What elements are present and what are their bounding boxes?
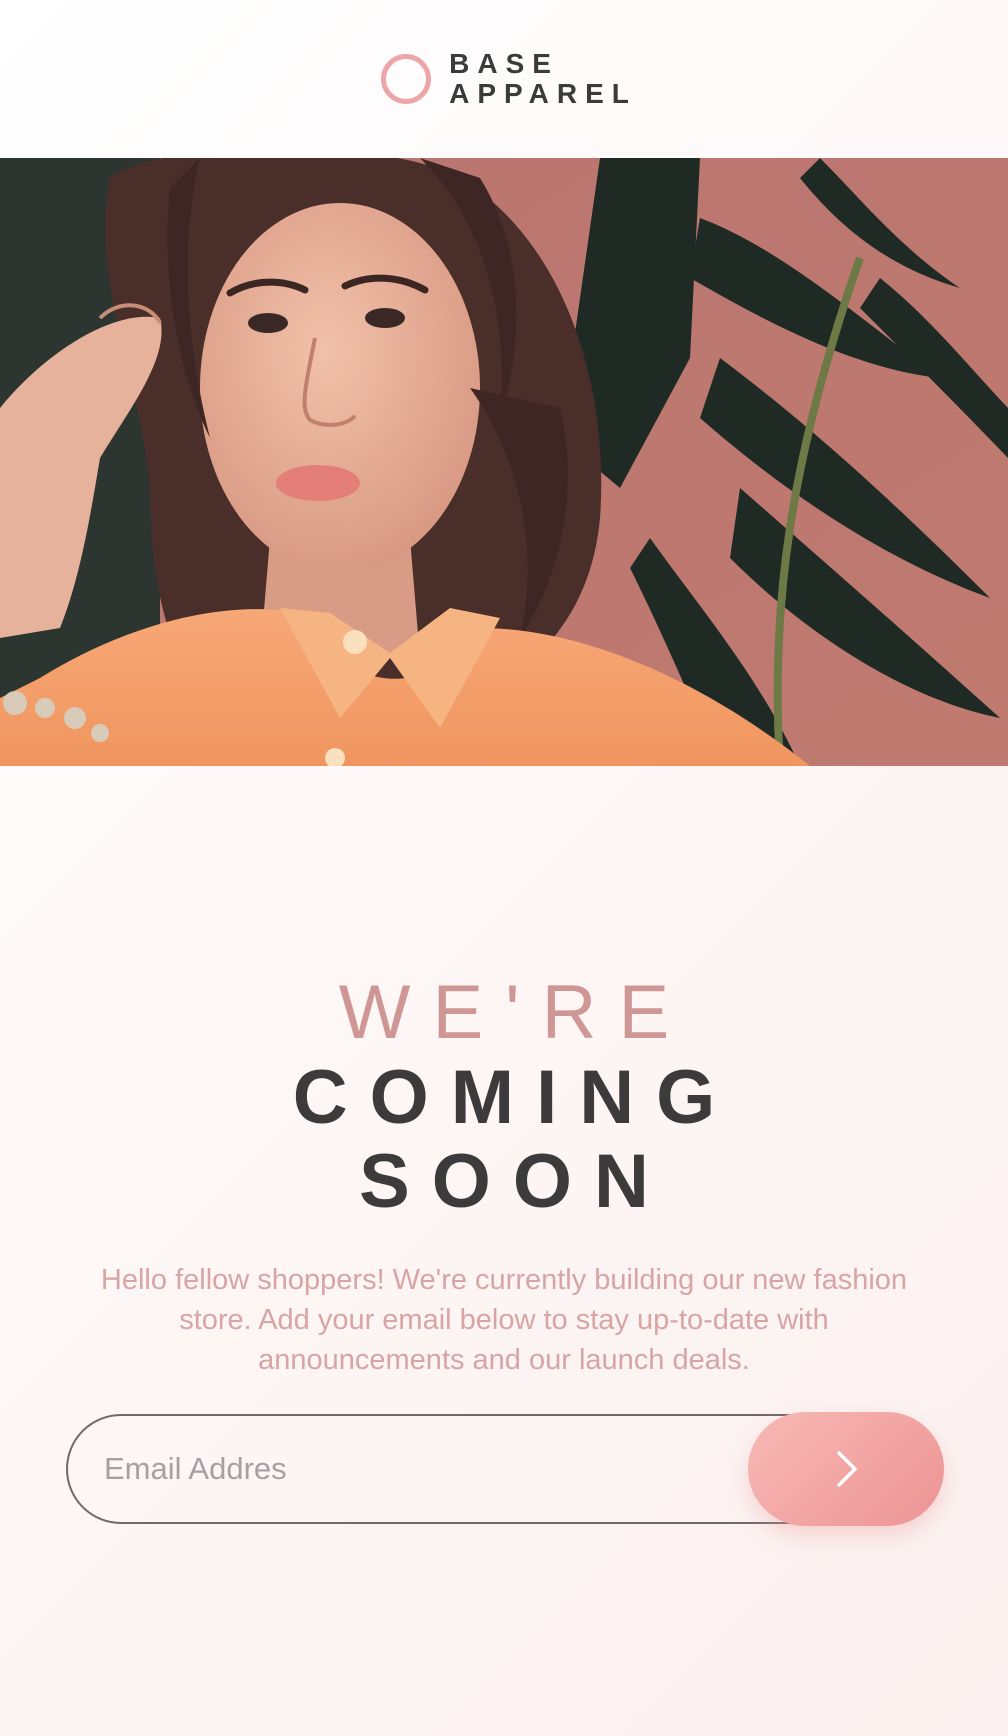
intro-text: Hello fellow shoppers! We're currently b… (100, 1264, 908, 1376)
logo-line-2: APPAREL (449, 78, 637, 109)
submit-button[interactable] (748, 1412, 944, 1526)
header: BASE APPAREL (0, 0, 1008, 158)
headline-soon: SOON (359, 1139, 671, 1224)
hero-image (0, 158, 1008, 766)
headline: WE'RE COMING SOON (0, 970, 1008, 1224)
logo-text: BASE APPAREL (449, 49, 637, 109)
logo: BASE APPAREL (381, 49, 637, 109)
chevron-right-icon (837, 1451, 857, 1487)
logo-ring-icon (381, 54, 432, 104)
signup-form (66, 1412, 944, 1526)
logo-line-1: BASE (449, 48, 559, 79)
headline-coming: COMING (292, 1055, 738, 1140)
headline-light: WE'RE (338, 970, 692, 1055)
